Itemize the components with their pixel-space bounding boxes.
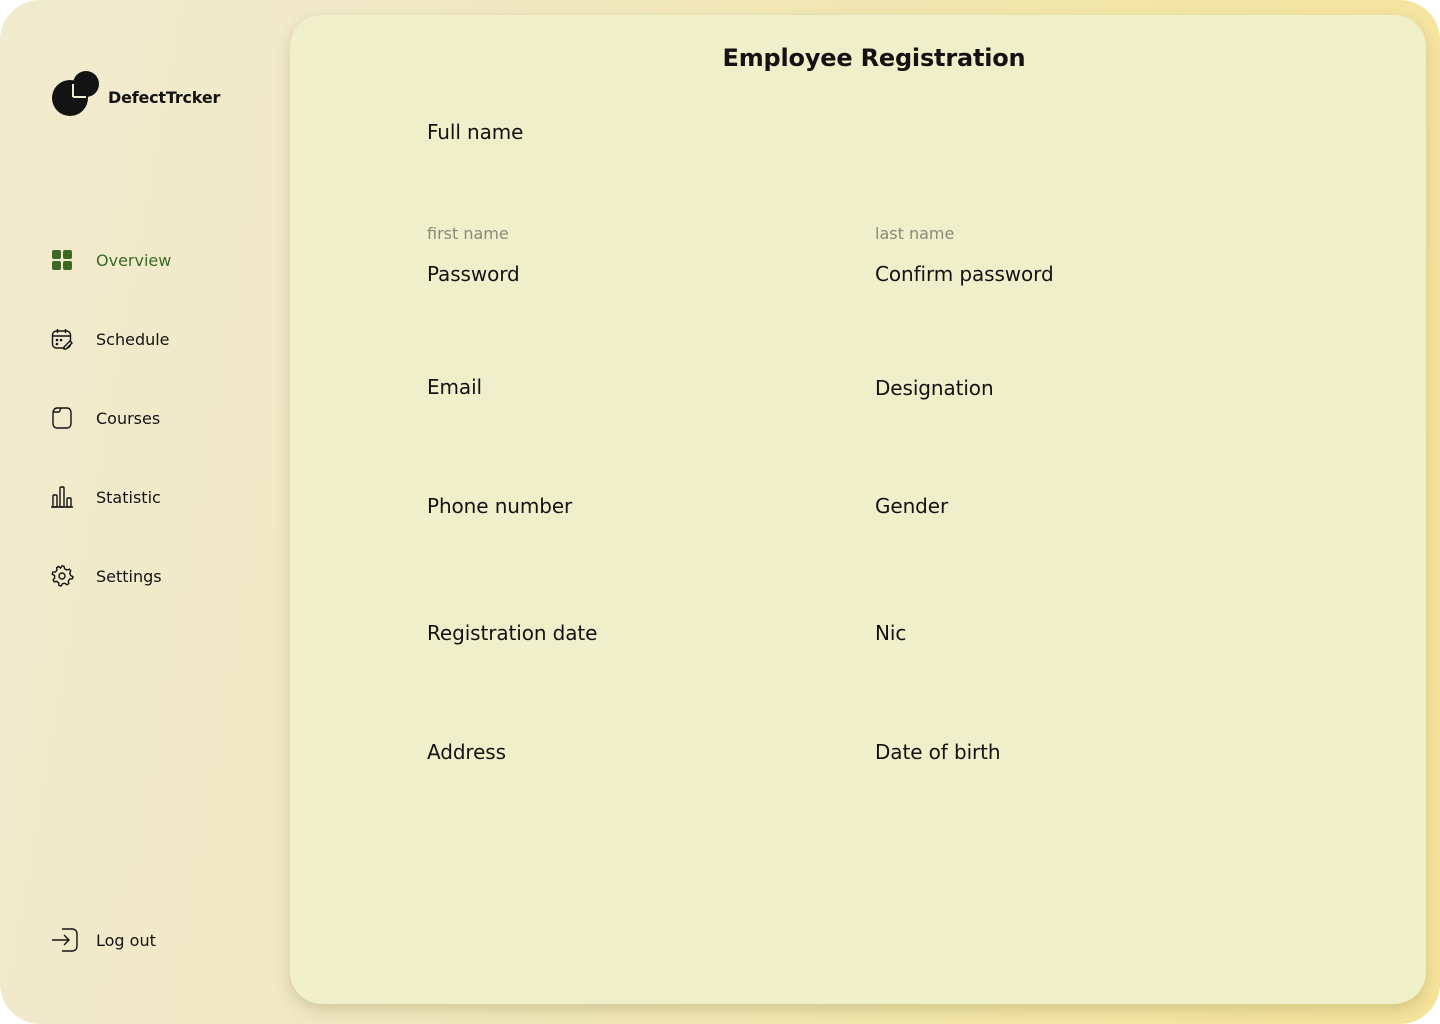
- brand-name: DefectTrcker: [108, 87, 221, 107]
- phone-number-label: Phone number: [427, 494, 573, 518]
- folder-icon: [50, 406, 74, 430]
- sidebar-item-label: Statistic: [96, 487, 161, 507]
- sidebar-item-overview[interactable]: Overview: [50, 248, 171, 272]
- password-label: Password: [427, 262, 520, 286]
- grid-icon: [50, 248, 74, 272]
- email-label: Email: [427, 375, 482, 399]
- sidebar-item-statistic[interactable]: Statistic: [50, 485, 161, 509]
- sidebar-item-schedule[interactable]: Schedule: [50, 327, 170, 351]
- sidebar-item-courses[interactable]: Courses: [50, 406, 160, 430]
- gender-label: Gender: [875, 494, 949, 518]
- sidebar-item-settings[interactable]: Settings: [50, 564, 162, 588]
- registration-date-label: Registration date: [427, 621, 598, 645]
- bar-chart-icon: [50, 485, 74, 509]
- gear-icon: [50, 564, 74, 588]
- page-title: Employee Registration: [722, 44, 1026, 72]
- calendar-edit-icon: [50, 327, 74, 351]
- confirm-password-label: Confirm password: [875, 262, 1054, 286]
- last-name-field[interactable]: last name: [875, 224, 954, 243]
- app-window: DefectTrcker Overview Schedule Courses S…: [0, 0, 1440, 1024]
- sidebar-item-label: Courses: [96, 408, 161, 428]
- nic-label: Nic: [875, 621, 907, 645]
- brand-logo[interactable]: DefectTrcker: [50, 70, 220, 120]
- sidebar-item-label: Schedule: [96, 329, 170, 349]
- logout-icon: [50, 925, 80, 955]
- logout-button[interactable]: Log out: [50, 925, 156, 955]
- logo-icon: [52, 71, 99, 116]
- designation-label: Designation: [875, 376, 994, 400]
- address-label: Address: [427, 740, 506, 764]
- sidebar-item-label: Settings: [96, 566, 162, 586]
- sidebar-item-label: Overview: [96, 250, 172, 270]
- logout-label: Log out: [96, 930, 156, 950]
- date-of-birth-label: Date of birth: [875, 740, 1001, 764]
- first-name-field[interactable]: first name: [427, 224, 509, 243]
- full-name-label: Full name: [427, 120, 524, 144]
